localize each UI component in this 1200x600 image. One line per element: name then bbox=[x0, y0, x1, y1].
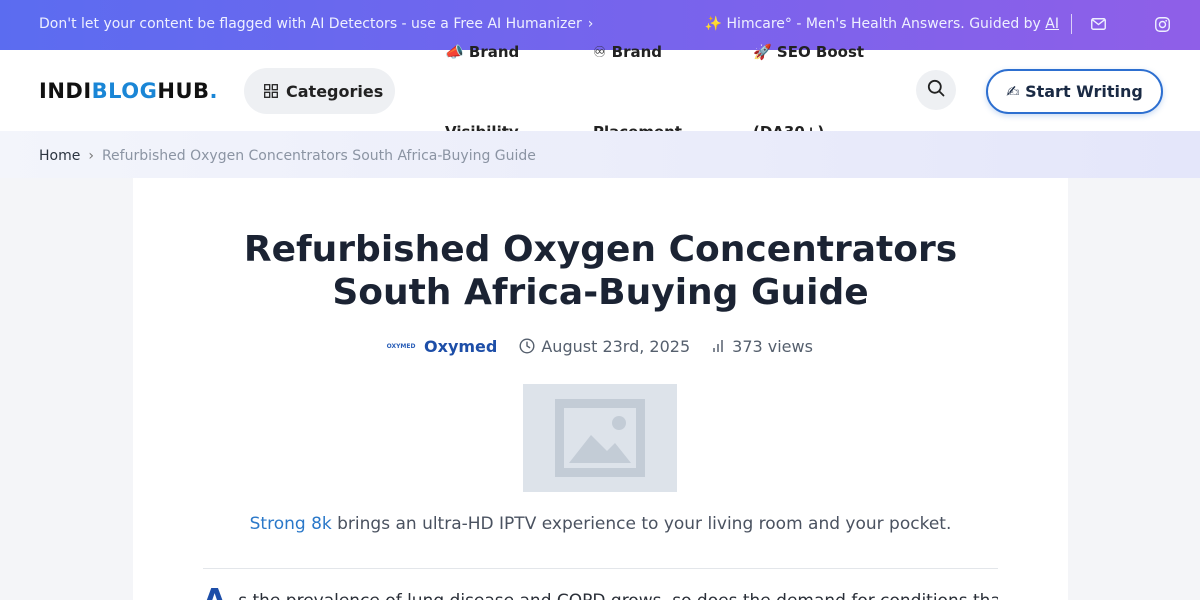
image-icon bbox=[555, 399, 645, 477]
content-divider bbox=[203, 568, 998, 569]
article-meta: OXYMED Oxymed August 23rd, 2025 373 view… bbox=[133, 336, 1068, 356]
article-lead: Strong 8k brings an ultra-HD IPTV experi… bbox=[133, 514, 1068, 534]
publish-date: August 23rd, 2025 bbox=[541, 336, 691, 356]
views-bar-icon bbox=[712, 339, 724, 353]
nav-brand-visibility-line1: 📣 Brand bbox=[445, 43, 520, 61]
dropcap: A bbox=[203, 583, 226, 600]
himcare-promo[interactable]: ✨ Himcare° - Men's Health Answers. Guide… bbox=[705, 16, 1059, 32]
article-image-placeholder bbox=[523, 384, 677, 492]
article-title: Refurbished Oxygen Concentrators South A… bbox=[243, 229, 958, 313]
mail-icon[interactable] bbox=[1090, 16, 1106, 32]
breadcrumb-home[interactable]: Home bbox=[39, 148, 80, 164]
search-button[interactable] bbox=[916, 70, 956, 110]
topbar-divider bbox=[1071, 14, 1072, 34]
article-body: As the prevalence of lung disease and CO… bbox=[203, 583, 998, 600]
article-card: Refurbished Oxygen Concentrators South A… bbox=[133, 178, 1068, 600]
categories-button[interactable]: Categories bbox=[244, 68, 395, 114]
start-writing-button[interactable]: ✍ Start Writing bbox=[986, 69, 1163, 114]
nav-seo-boost-line1: 🚀 SEO Boost bbox=[753, 43, 865, 61]
lead-text: brings an ultra-HD IPTV experience to yo… bbox=[331, 514, 952, 534]
logo-part-indi: INDI bbox=[39, 79, 92, 103]
chevron-right-icon: › bbox=[88, 148, 94, 164]
breadcrumb-current: Refurbished Oxygen Concentrators South A… bbox=[101, 148, 536, 164]
grid-icon bbox=[264, 84, 278, 98]
clock-icon bbox=[519, 338, 535, 354]
author-name[interactable]: Oxymed bbox=[424, 337, 497, 356]
logo-dot: . bbox=[209, 79, 218, 103]
topbar-right: ✨ Himcare° - Men's Health Answers. Guide… bbox=[705, 14, 1170, 34]
search-icon bbox=[927, 79, 945, 101]
author-avatar[interactable]: OXYMED bbox=[387, 336, 416, 356]
instagram-icon[interactable] bbox=[1154, 16, 1170, 32]
humanizer-promo-text: Don't let your content be flagged with A… bbox=[39, 16, 582, 32]
himcare-promo-link[interactable]: AI bbox=[1045, 16, 1059, 32]
site-logo[interactable]: INDIBLOGHUB. bbox=[39, 79, 218, 103]
body-text: s the prevalence of lung disease and COP… bbox=[238, 591, 998, 600]
logo-part-blog: BLOG bbox=[91, 79, 158, 103]
nav-brand-placement-line1: ♾ Brand bbox=[593, 43, 663, 61]
chevron-right-icon: › bbox=[587, 16, 594, 32]
categories-label: Categories bbox=[286, 81, 384, 101]
himcare-promo-text: ✨ Himcare° - Men's Health Answers. Guide… bbox=[704, 16, 1046, 32]
view-count: 373 views bbox=[732, 336, 813, 356]
logo-part-hub: HUB bbox=[157, 79, 210, 103]
site-header: INDIBLOGHUB. Categories 📣 Brand Visibili… bbox=[0, 43, 1200, 141]
breadcrumb: Home › Refurbished Oxygen Concentrators … bbox=[0, 131, 1200, 178]
humanizer-promo-link[interactable]: Don't let your content be flagged with A… bbox=[39, 16, 593, 32]
strong8k-link[interactable]: Strong 8k bbox=[250, 514, 332, 534]
